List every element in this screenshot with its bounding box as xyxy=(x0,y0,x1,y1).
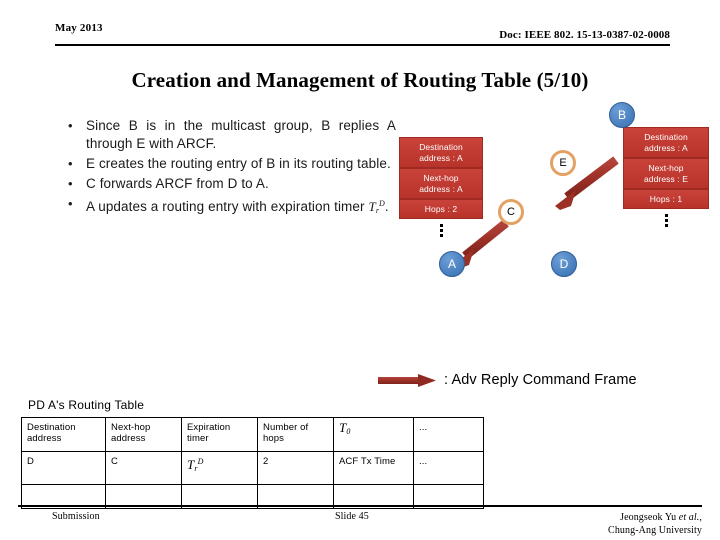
routing-entry-box-left-nexthop: Next-hop address : A xyxy=(399,168,483,199)
list-item: • E creates the routing entry of B in it… xyxy=(66,155,396,173)
legend: : Adv Reply Command Frame xyxy=(378,372,637,388)
node-e[interactable]: E xyxy=(550,150,576,176)
t0-symbol: T0 xyxy=(339,420,351,436)
routing-table: Destination address Next-hop address Exp… xyxy=(21,417,484,509)
bullet-marker-icon: • xyxy=(68,118,73,133)
column-header-destination-address: Destination address xyxy=(21,417,106,452)
node-d[interactable]: D xyxy=(551,251,577,277)
destination-label: Destination xyxy=(419,142,463,152)
destination-value: address : A xyxy=(644,142,688,153)
node-c[interactable]: C xyxy=(498,199,524,225)
column-header-more: ... xyxy=(413,417,484,452)
footer-author: Jeongseok Yu et al., Chung-Ang Universit… xyxy=(608,512,702,536)
node-a[interactable]: A xyxy=(439,251,465,277)
cell-number-of-hops: 2 xyxy=(257,451,334,485)
adv-reply-arrow-icon xyxy=(378,374,436,387)
header-document-number: Doc: IEEE 802. 15-13-0387-02-0008 xyxy=(499,29,670,41)
cell-nexthop-address: C xyxy=(105,451,182,485)
vertical-ellipsis-right xyxy=(661,212,671,227)
hops-value: Hops : 2 xyxy=(424,204,458,214)
column-header-number-of-hops: Number of hops xyxy=(257,417,334,452)
sentence-period: . xyxy=(384,199,389,214)
nexthop-value: address : E xyxy=(643,173,689,184)
nexthop-label: Next-hop xyxy=(423,173,459,183)
routing-entry-box-right-nexthop: Next-hop address : E xyxy=(623,158,709,189)
list-item: • Since B is in the multicast group, B r… xyxy=(66,117,396,153)
node-b[interactable]: B xyxy=(609,102,635,128)
footer-divider xyxy=(18,505,702,507)
header-date: May 2013 xyxy=(55,22,103,34)
list-item-label: C forwards ARCF from D to A. xyxy=(86,176,269,191)
bullet-list: • Since B is in the multicast group, B r… xyxy=(66,117,396,222)
list-item: • A updates a routing entry with expirat… xyxy=(66,195,396,220)
hops-value: Hops : 1 xyxy=(649,194,683,204)
list-item-label: E creates the routing entry of B in its … xyxy=(86,156,391,171)
nexthop-label: Next-hop xyxy=(648,163,684,173)
footer-slide-number: Slide 45 xyxy=(335,511,369,522)
bullet-marker-icon: • xyxy=(68,156,73,171)
routing-table-caption: PD A's Routing Table xyxy=(28,398,145,412)
page-title: Creation and Management of Routing Table… xyxy=(131,68,589,92)
vertical-ellipsis-left xyxy=(436,222,446,237)
bullet-marker-icon: • xyxy=(68,196,73,211)
cell-expiration-timer: TrD xyxy=(181,451,258,485)
list-item-label: A updates a routing entry with expiratio… xyxy=(86,195,396,220)
header-divider xyxy=(55,44,670,46)
slide-header: May 2013 Doc: IEEE 802. 15-13-0387-02-00… xyxy=(55,22,670,46)
nexthop-value: address : A xyxy=(419,183,463,194)
footer-submission: Submission xyxy=(52,511,100,522)
routing-entry-box-right-hops: Hops : 1 xyxy=(623,189,709,209)
bullet-marker-icon: • xyxy=(68,176,73,191)
expiration-timer-symbol: TrD xyxy=(368,199,385,215)
column-header-expiration-timer: Expiration timer xyxy=(181,417,258,452)
cell-t0: ACF Tx Time xyxy=(333,451,414,485)
destination-value: address : A xyxy=(419,152,463,163)
destination-label: Destination xyxy=(644,132,688,142)
list-item-text: A updates a routing entry with expiratio… xyxy=(86,199,365,214)
expiration-timer-symbol: TrD xyxy=(187,457,204,473)
column-header-t0: T0 xyxy=(333,417,414,452)
table-row: D C TrD 2 ACF Tx Time ... xyxy=(21,451,484,485)
legend-label: : Adv Reply Command Frame xyxy=(444,372,637,388)
network-diagram: Destination address : A Next-hop address… xyxy=(395,98,715,288)
routing-entry-box-left-destination: Destination address : A xyxy=(399,137,483,168)
routing-entry-box-left-hops: Hops : 2 xyxy=(399,199,483,219)
routing-entry-box-right-destination: Destination address : A xyxy=(623,127,709,158)
cell-destination-address: D xyxy=(21,451,106,485)
column-header-nexthop-address: Next-hop address xyxy=(105,417,182,452)
table-header-row: Destination address Next-hop address Exp… xyxy=(21,417,484,452)
cell-more: ... xyxy=(413,451,484,485)
list-item-label: Since B is in the multicast group, B rep… xyxy=(86,118,396,151)
list-item: • C forwards ARCF from D to A. xyxy=(66,175,396,193)
